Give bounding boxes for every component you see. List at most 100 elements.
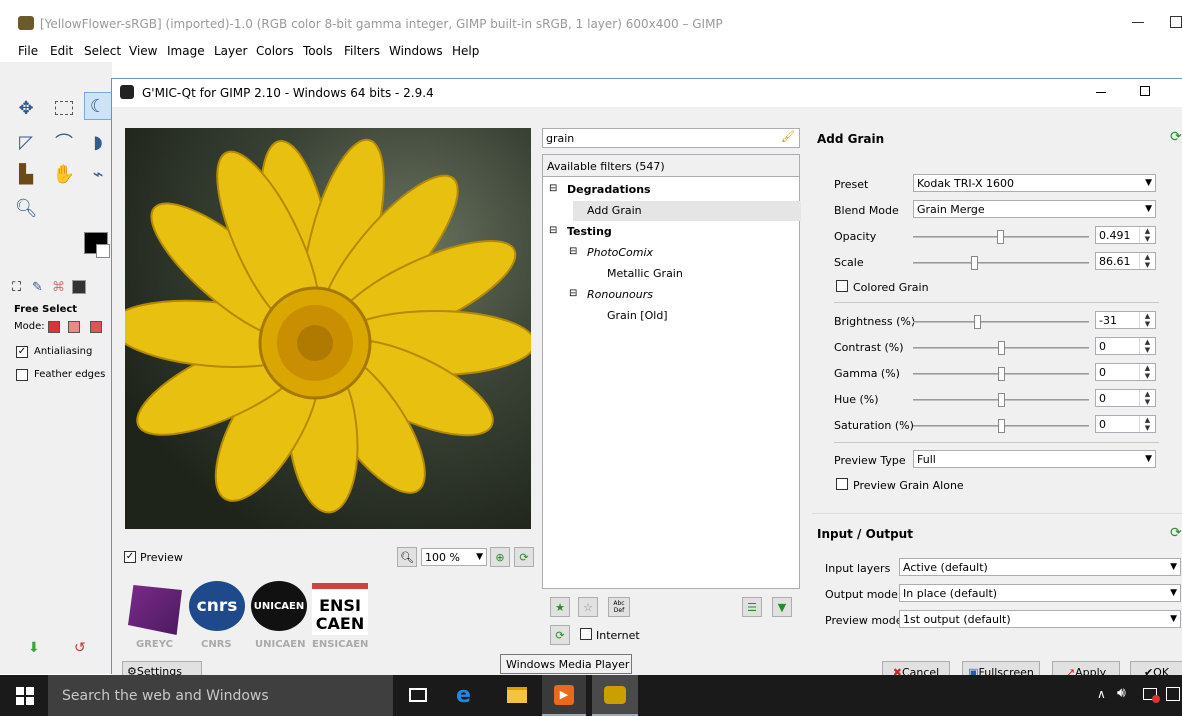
crop-tool-icon[interactable]: ◸ <box>12 128 40 156</box>
menu-image[interactable]: Image <box>167 44 205 58</box>
gimp-maximize-button[interactable] <box>1170 16 1182 28</box>
menu-view[interactable]: View <box>129 44 157 58</box>
input-layers-select[interactable]: Active (default) ▼ <box>899 558 1181 576</box>
scale-slider[interactable] <box>913 256 1089 270</box>
internet-checkbox[interactable] <box>580 628 592 640</box>
warp-tool-icon[interactable]: ⌒ <box>50 128 78 156</box>
menu-help[interactable]: Help <box>452 44 479 58</box>
gamma-slider-thumb[interactable] <box>998 367 1005 381</box>
remove-favorite-button[interactable]: ☆ <box>578 597 598 617</box>
move-tool-icon[interactable]: ✥ <box>12 94 40 122</box>
hue-slider[interactable] <box>913 393 1089 407</box>
preview-image[interactable] <box>125 128 531 529</box>
search-input[interactable]: grain 🖌︎ <box>542 128 800 148</box>
tree-item-ronounours[interactable]: Ronounours <box>587 288 653 301</box>
gamma-slider[interactable] <box>913 367 1089 381</box>
opacity-slider-thumb[interactable] <box>997 230 1004 244</box>
brightness-slider-thumb[interactable] <box>974 315 981 329</box>
opacity-slider[interactable] <box>913 230 1089 244</box>
expand-all-button[interactable]: ☰ <box>742 597 762 617</box>
tree-item-grain-old[interactable]: Grain [Old] <box>607 309 668 322</box>
zoom-in-button[interactable]: ⊕ <box>490 547 510 567</box>
spin-arrows-icon[interactable]: ▲ ▼ <box>1139 338 1155 354</box>
mode-add-icon[interactable] <box>68 321 80 333</box>
add-favorite-button[interactable]: ★ <box>550 597 570 617</box>
reset-options-icon[interactable]: ↺ <box>74 640 86 656</box>
spin-arrows-icon[interactable]: ▲ ▼ <box>1139 227 1155 243</box>
free-select-tool-icon[interactable]: ☾ <box>84 92 112 120</box>
hue-slider-thumb[interactable] <box>998 393 1005 407</box>
io-refresh-icon[interactable]: ⟳ <box>1170 525 1182 541</box>
windows-start-icon[interactable] <box>16 687 34 705</box>
settings-scrollbar[interactable] <box>1172 157 1182 497</box>
gmic-minimize-button[interactable] <box>1096 92 1106 93</box>
zoom-reset-button[interactable]: ⟳ <box>514 547 534 567</box>
spin-arrows-icon[interactable]: ▲ ▼ <box>1139 390 1155 406</box>
tree-item-degradations[interactable]: Degradations <box>567 183 651 196</box>
network-icon[interactable] <box>1143 688 1160 703</box>
zoom-out-button[interactable]: 🔍︎ <box>397 547 417 567</box>
clone-tool-icon[interactable]: ▙ <box>12 160 40 188</box>
mode-replace-icon[interactable] <box>48 321 60 333</box>
scale-slider-thumb[interactable] <box>971 256 978 270</box>
antialiasing-checkbox[interactable]: ✓ <box>16 346 28 358</box>
tree-expander-degradations[interactable]: ⊟ <box>549 183 557 194</box>
action-center-icon[interactable] <box>1166 687 1180 701</box>
saturation-slider-thumb[interactable] <box>998 419 1005 433</box>
paths-tool-icon[interactable]: ⌁ <box>84 160 112 188</box>
preset-select[interactable]: Kodak TRI-X 1600 ▼ <box>913 174 1156 192</box>
tree-item-photocomix[interactable]: PhotoComix <box>587 246 653 259</box>
collapse-all-button[interactable]: ▼ <box>772 597 792 617</box>
output-mode-select[interactable]: In place (default) ▼ <box>899 584 1181 602</box>
zoom-combo[interactable]: 100 % ▼ <box>421 548 487 566</box>
preview-mode-select[interactable]: 1st output (default) ▼ <box>899 610 1181 628</box>
opacity-spinbox[interactable]: 0.491 ▲ ▼ <box>1095 226 1156 244</box>
contrast-spinbox[interactable]: 0 ▲ ▼ <box>1095 337 1156 355</box>
feather-edges-checkbox[interactable] <box>16 369 28 381</box>
menu-colors[interactable]: Colors <box>256 44 294 58</box>
gimp-minimize-button[interactable] <box>1132 22 1144 23</box>
brightness-slider[interactable] <box>913 315 1089 329</box>
rect-select-tool-icon[interactable] <box>50 94 78 122</box>
scale-spinbox[interactable]: 86.61 ▲ ▼ <box>1095 252 1156 270</box>
clear-search-icon[interactable]: 🖌︎ <box>781 130 795 143</box>
saturation-slider[interactable] <box>913 419 1089 433</box>
task-view-icon[interactable] <box>409 688 427 702</box>
refresh-filters-button[interactable]: ⟳ <box>550 625 570 645</box>
show-hidden-icons[interactable]: ∧ <box>1097 687 1106 701</box>
patterns-tab-icon[interactable]: ⌘ <box>52 280 65 295</box>
menu-edit[interactable]: Edit <box>50 44 73 58</box>
contrast-slider-thumb[interactable] <box>998 341 1005 355</box>
zoom-tool-icon[interactable]: 🔍︎ <box>12 194 40 222</box>
tree-item-metallic-grain[interactable]: Metallic Grain <box>607 267 683 280</box>
spin-arrows-icon[interactable]: ▲ ▼ <box>1139 416 1155 432</box>
hue-spinbox[interactable]: 0 ▲ ▼ <box>1095 389 1156 407</box>
menu-select[interactable]: Select <box>84 44 121 58</box>
tool-options-tab-icon[interactable]: ⛶ <box>12 280 21 295</box>
gmic-maximize-button[interactable] <box>1140 86 1150 96</box>
smudge-tool-icon[interactable]: ✋ <box>50 160 78 188</box>
menu-windows[interactable]: Windows <box>389 44 443 58</box>
tree-expander-testing[interactable]: ⊟ <box>549 225 557 236</box>
tree-expander-photocomix[interactable]: ⊟ <box>569 246 577 257</box>
preview-checkbox[interactable]: ✓ <box>124 551 136 563</box>
menu-file[interactable]: File <box>18 44 38 58</box>
menu-tools[interactable]: Tools <box>303 44 333 58</box>
contrast-slider[interactable] <box>913 341 1089 355</box>
mode-subtract-icon[interactable] <box>90 321 102 333</box>
file-explorer-icon[interactable] <box>507 687 527 703</box>
windows-media-player-icon[interactable]: ▶ <box>542 675 586 716</box>
preview-grain-alone-checkbox[interactable] <box>836 478 848 490</box>
taskbar-search-box[interactable]: Search the web and Windows <box>48 675 393 716</box>
gamma-spinbox[interactable]: 0 ▲ ▼ <box>1095 363 1156 381</box>
tree-item-testing[interactable]: Testing <box>567 225 612 238</box>
save-options-icon[interactable]: ⬇ <box>28 640 40 656</box>
reset-params-icon[interactable]: ⟳ <box>1170 129 1182 145</box>
edge-icon[interactable]: e <box>456 683 471 708</box>
spin-arrows-icon[interactable]: ▲ ▼ <box>1139 253 1155 269</box>
rename-favorite-button[interactable]: Abc Def <box>608 597 630 617</box>
menu-layer[interactable]: Layer <box>214 44 247 58</box>
brushes-tab-icon[interactable]: ✎ <box>32 280 43 295</box>
tree-item-add-grain[interactable]: Add Grain <box>587 204 642 217</box>
colored-grain-checkbox[interactable] <box>836 280 848 292</box>
